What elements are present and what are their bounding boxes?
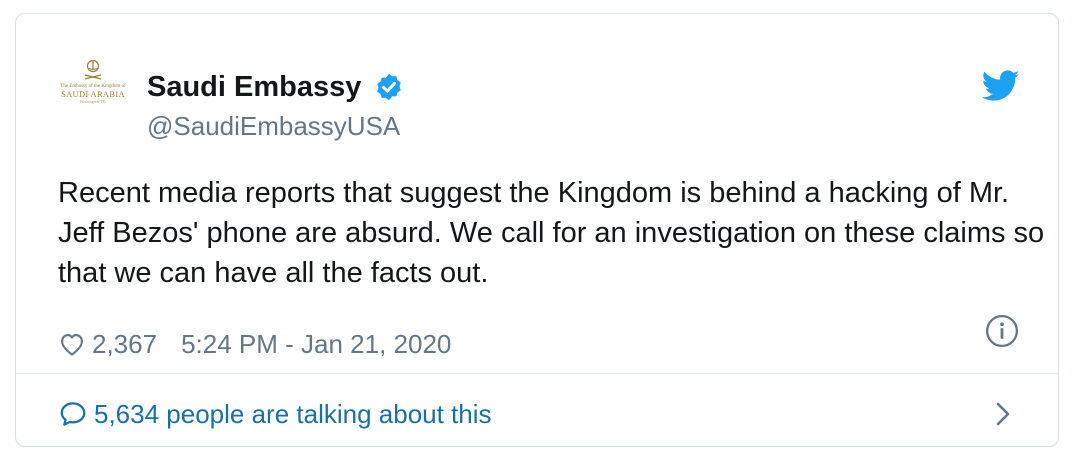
conversation-link[interactable]: 5,634 people are talking about this [58, 396, 492, 432]
author-display-name[interactable]: Saudi Embassy [147, 70, 404, 104]
info-icon[interactable] [985, 314, 1019, 348]
author-name-text: Saudi Embassy [147, 71, 362, 103]
avatar-subtitle: Washington, DC [79, 99, 107, 104]
avatar[interactable]: The Embassy of the Kingdom of SAUDI ARAB… [58, 58, 128, 118]
tweet-timestamp[interactable]: 5:24 PM - Jan 21, 2020 [181, 329, 451, 360]
tweet-text: Recent media reports that suggest the Ki… [58, 177, 1045, 289]
tweet-meta: 2,367 5:24 PM - Jan 21, 2020 [58, 326, 451, 362]
twitter-bird-icon[interactable] [982, 70, 1020, 102]
heart-icon[interactable] [58, 330, 86, 358]
conversation-link-text: 5,634 people are talking about this [94, 398, 492, 429]
like-count[interactable]: 2,367 [92, 329, 157, 360]
chevron-right-icon[interactable] [991, 400, 1015, 428]
tweet-card: The Embassy of the Kingdom of SAUDI ARAB… [15, 13, 1059, 447]
avatar-name: SAUDI ARABIA [61, 89, 125, 99]
speech-bubble-icon [60, 402, 86, 426]
divider [16, 373, 1058, 374]
verified-badge-icon [377, 73, 402, 101]
author-handle[interactable]: @SaudiEmbassyUSA [147, 110, 400, 142]
embassy-seal-logo [84, 59, 102, 80]
